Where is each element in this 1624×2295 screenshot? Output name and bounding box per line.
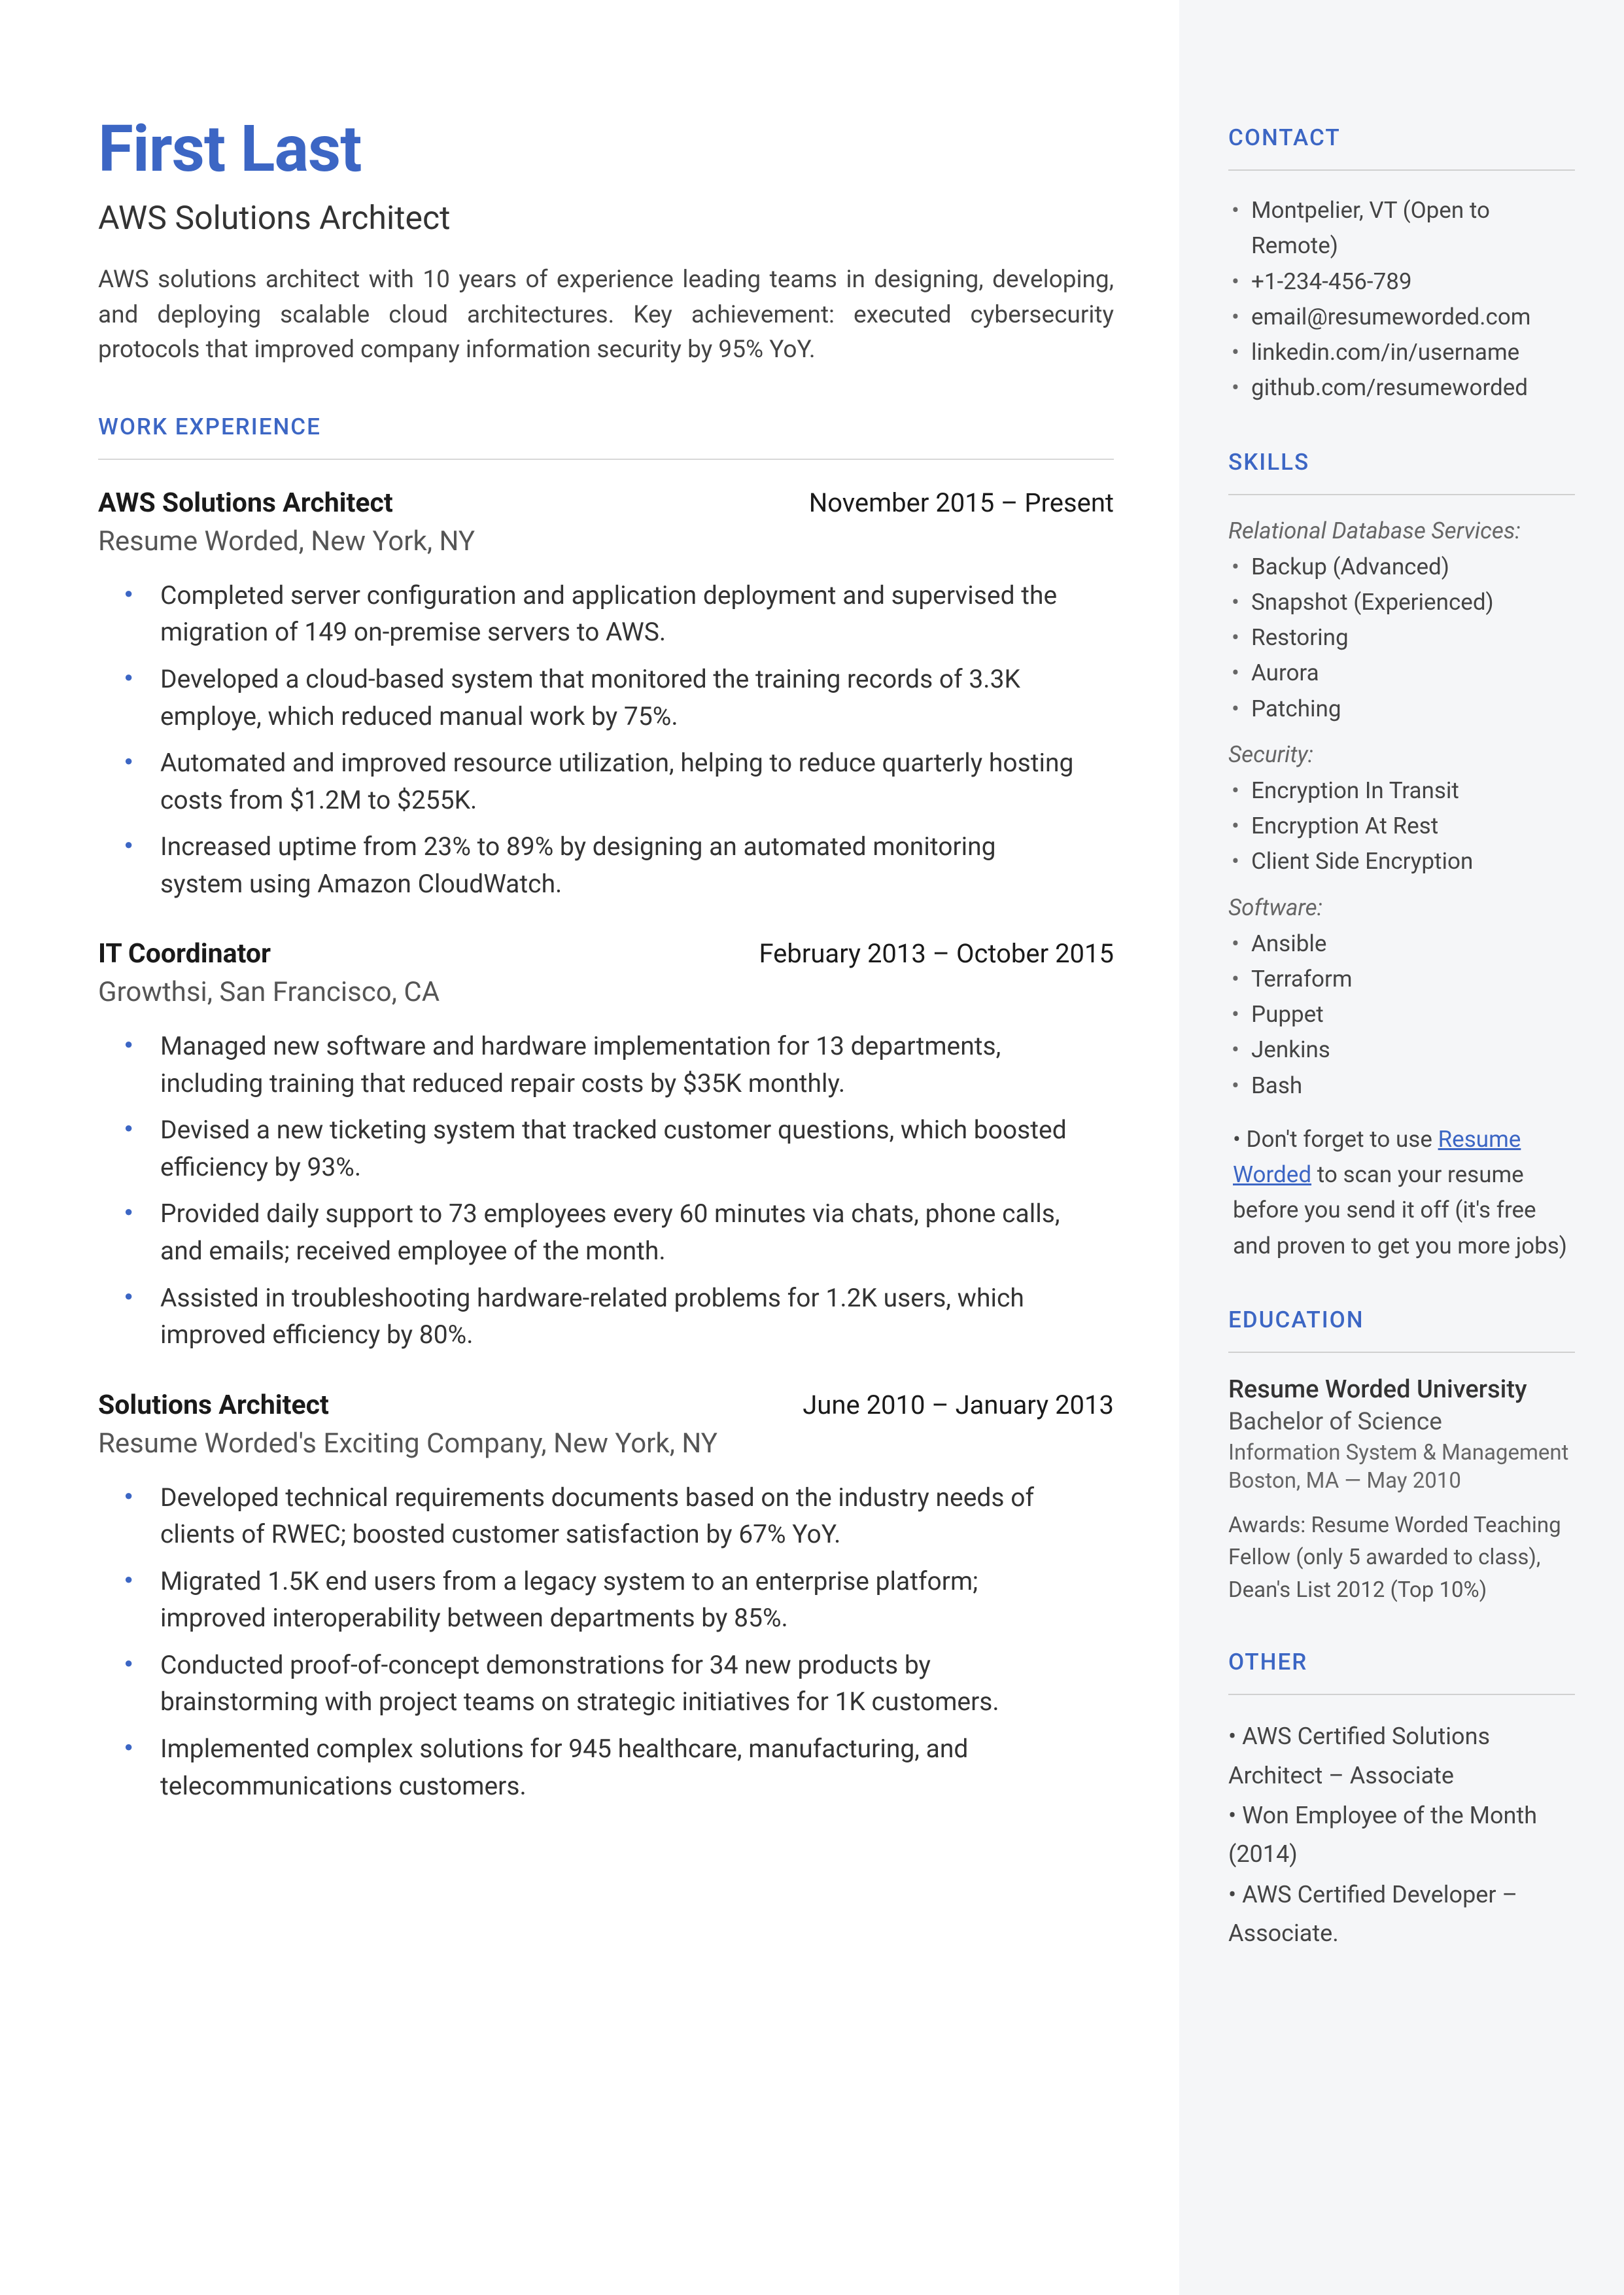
work-experience-heading: WORK EXPERIENCE [98,413,1114,440]
edu-awards: Awards: Resume Worded Teaching Fellow (o… [1228,1509,1575,1607]
skill-item: Ansible [1228,926,1575,962]
job-bullet: Developed a cloud-based system that moni… [160,661,1114,735]
education-heading: EDUCATION [1228,1306,1575,1333]
contact-item: linkedin.com/in/username [1228,335,1575,370]
job-bullet: Managed new software and hardware implem… [160,1028,1114,1102]
skill-group-title: Software: [1228,894,1575,921]
contact-heading: CONTACT [1228,124,1575,151]
other-heading: OTHER [1228,1649,1575,1675]
job-bullet: Conducted proof-of-concept demonstration… [160,1647,1114,1721]
skill-group-title: Relational Database Services: [1228,517,1575,544]
other-item: • AWS Certified Solutions Architect – As… [1228,1717,1575,1795]
job-bullet: Provided daily support to 73 employees e… [160,1195,1114,1269]
job-title: IT Coordinator [98,938,271,970]
skill-item: Encryption In Transit [1228,773,1575,809]
divider [1228,1694,1575,1695]
contact-item: Montpelier, VT (Open to Remote) [1228,193,1575,264]
skill-item: Jenkins [1228,1032,1575,1068]
contact-section: CONTACT Montpelier, VT (Open to Remote)+… [1228,124,1575,406]
contact-item: github.com/resumeworded [1228,370,1575,406]
contact-item: email@resumeworded.com [1228,300,1575,335]
skills-tip: • Don't forget to use Resume Worded to s… [1228,1122,1575,1264]
jobs-list: AWS Solutions Architect November 2015 – P… [98,487,1114,1804]
job-company: Resume Worded's Exciting Company, New Yo… [98,1428,1114,1460]
skills-heading: SKILLS [1228,449,1575,476]
job-company: Growthsi, San Francisco, CA [98,976,1114,1008]
skill-item: Aurora [1228,656,1575,691]
divider [98,459,1114,460]
skills-list: Relational Database Services: Backup (Adv… [1228,517,1575,1104]
skill-item: Backup (Advanced) [1228,550,1575,585]
job-company: Resume Worded, New York, NY [98,525,1114,557]
job-bullet: Increased uptime from 23% to 89% by desi… [160,828,1114,902]
job-dates: February 2013 – October 2015 [759,938,1114,970]
edu-field: Information System & Management [1228,1440,1575,1465]
skill-item: Patching [1228,692,1575,727]
skill-item: Restoring [1228,620,1575,656]
job-dates: November 2015 – Present [809,487,1114,519]
contact-item: +1-234-456-789 [1228,264,1575,300]
job-title: AWS Solutions Architect [98,487,393,519]
summary-text: AWS solutions architect with 10 years of… [98,262,1114,368]
skill-item: Bash [1228,1068,1575,1104]
skills-section: SKILLS Relational Database Services: Back… [1228,449,1575,1264]
education-section: EDUCATION Resume Worded University Bache… [1228,1306,1575,1607]
other-section: OTHER • AWS Certified Solutions Architec… [1228,1649,1575,1953]
candidate-title: AWS Solutions Architect [98,200,1114,237]
job-entry: IT Coordinator February 2013 – October 20… [98,938,1114,1353]
job-bullet: Automated and improved resource utilizat… [160,745,1114,818]
job-dates: June 2010 – January 2013 [803,1390,1114,1421]
edu-school: Resume Worded University [1228,1375,1575,1404]
job-bullet: Implemented complex solutions for 945 he… [160,1730,1114,1804]
skill-item: Client Side Encryption [1228,844,1575,879]
other-item: • AWS Certified Developer – Associate. [1228,1876,1575,1953]
skill-item: Encryption At Rest [1228,809,1575,844]
main-column: First Last AWS Solutions Architect AWS s… [0,0,1179,2295]
other-item: • Won Employee of the Month (2014) [1228,1796,1575,1874]
job-entry: Solutions Architect June 2010 – January 2… [98,1390,1114,1804]
job-title: Solutions Architect [98,1390,329,1421]
job-entry: AWS Solutions Architect November 2015 – P… [98,487,1114,902]
divider [1228,169,1575,171]
edu-degree: Bachelor of Science [1228,1408,1575,1436]
edu-location: Boston, MA — May 2010 [1228,1468,1575,1494]
divider [1228,1352,1575,1353]
job-bullet: Developed technical requirements documen… [160,1479,1114,1553]
skill-group-title: Security: [1228,741,1575,768]
skill-item: Terraform [1228,962,1575,997]
job-bullet: Assisted in troubleshooting hardware-rel… [160,1280,1114,1354]
job-bullet: Completed server configuration and appli… [160,577,1114,651]
other-list: • AWS Certified Solutions Architect – As… [1228,1717,1575,1953]
job-bullet: Migrated 1.5K end users from a legacy sy… [160,1563,1114,1637]
skill-item: Puppet [1228,997,1575,1032]
job-bullet: Devised a new ticketing system that trac… [160,1112,1114,1185]
divider [1228,494,1575,495]
contact-list: Montpelier, VT (Open to Remote)+1-234-45… [1228,193,1575,406]
sidebar-column: CONTACT Montpelier, VT (Open to Remote)+… [1179,0,1624,2295]
skill-item: Snapshot (Experienced) [1228,585,1575,620]
candidate-name: First Last [98,111,1114,186]
